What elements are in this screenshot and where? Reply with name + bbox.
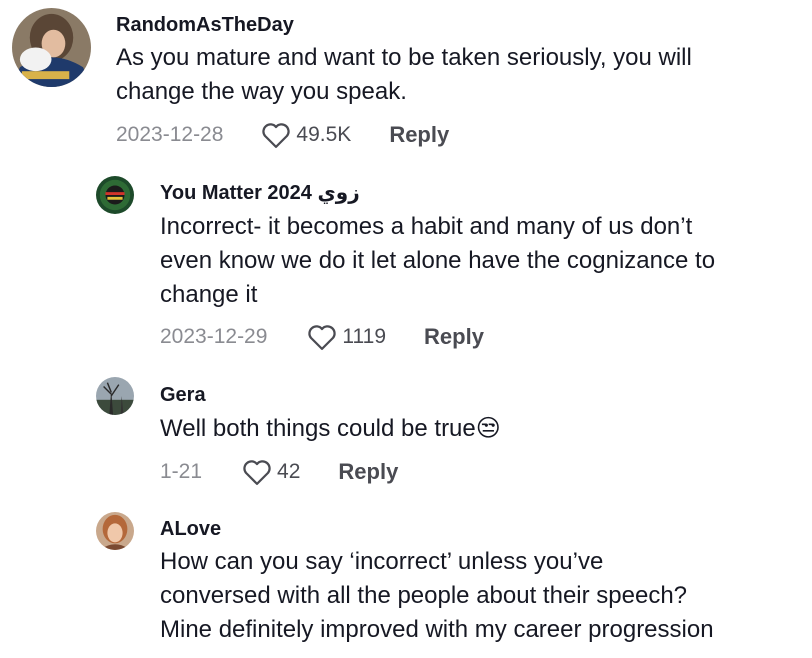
like-button[interactable]: 49.5K — [261, 121, 351, 149]
like-button[interactable]: 42 — [242, 458, 300, 486]
comment-text: Incorrect- it becomes a habit and many o… — [160, 213, 693, 240]
avatar[interactable] — [12, 8, 91, 87]
heart-outline-icon — [262, 123, 291, 148]
comment-text: As you mature and want to be taken serio… — [116, 44, 692, 71]
comment-username[interactable]: You Matter 2024 زوي — [160, 181, 360, 205]
comment-text: conversed with all the people about thei… — [160, 582, 688, 609]
comment-date: 1-21 — [160, 460, 203, 483]
like-count: 42 — [277, 460, 301, 483]
reply-button[interactable]: Reply — [389, 122, 449, 148]
reply-button[interactable]: Reply — [424, 324, 484, 350]
comment-username[interactable]: ALove — [160, 517, 221, 541]
avatar[interactable] — [96, 176, 134, 214]
comment-text: change it — [160, 281, 258, 308]
comment-username[interactable]: RandomAsTheDay — [116, 13, 294, 37]
like-count: 49.5K — [296, 123, 352, 146]
comment-date: 2023-12-28 — [116, 123, 224, 146]
comment-text: How can you say ‘incorrect’ unless you’v… — [160, 548, 604, 575]
reply-button[interactable]: Reply — [338, 459, 398, 485]
heart-outline-icon — [243, 460, 271, 485]
like-count: 1119 — [342, 325, 387, 348]
like-button[interactable]: 1119 — [307, 323, 386, 351]
avatar[interactable] — [96, 377, 134, 415]
avatar[interactable] — [96, 512, 134, 550]
comment-text: Mine definitely improved with my career … — [160, 616, 714, 643]
comment-text: change the way you speak. — [116, 78, 407, 105]
comment-date: 2023-12-29 — [160, 325, 268, 348]
comment-text: Well both things could be true😒 — [160, 415, 501, 442]
comment-text: even know we do it let alone have the co… — [160, 247, 716, 274]
heart-outline-icon — [308, 325, 337, 350]
comment-username[interactable]: Gera — [160, 383, 206, 407]
